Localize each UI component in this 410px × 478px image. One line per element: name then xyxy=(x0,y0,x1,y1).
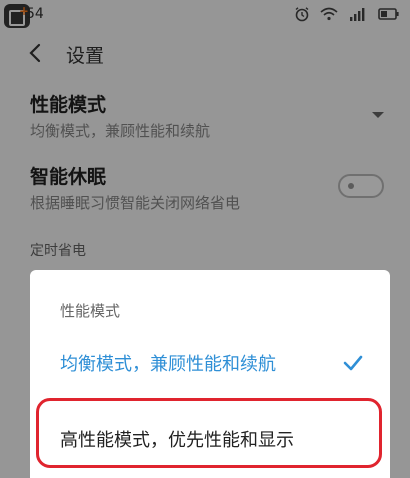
screen: + 54 设置 性能模式 均衡模式，兼顾性能和续航 智能休眠 根据睡眠习惯智能关… xyxy=(0,0,410,478)
option-balanced-label: 均衡模式，兼顾性能和续航 xyxy=(60,354,276,375)
option-balanced-mode[interactable]: 均衡模式，兼顾性能和续航 xyxy=(30,334,390,392)
checkmark-icon xyxy=(343,355,363,371)
highlight-annotation xyxy=(36,398,382,468)
dialog-title: 性能模式 xyxy=(60,302,121,320)
